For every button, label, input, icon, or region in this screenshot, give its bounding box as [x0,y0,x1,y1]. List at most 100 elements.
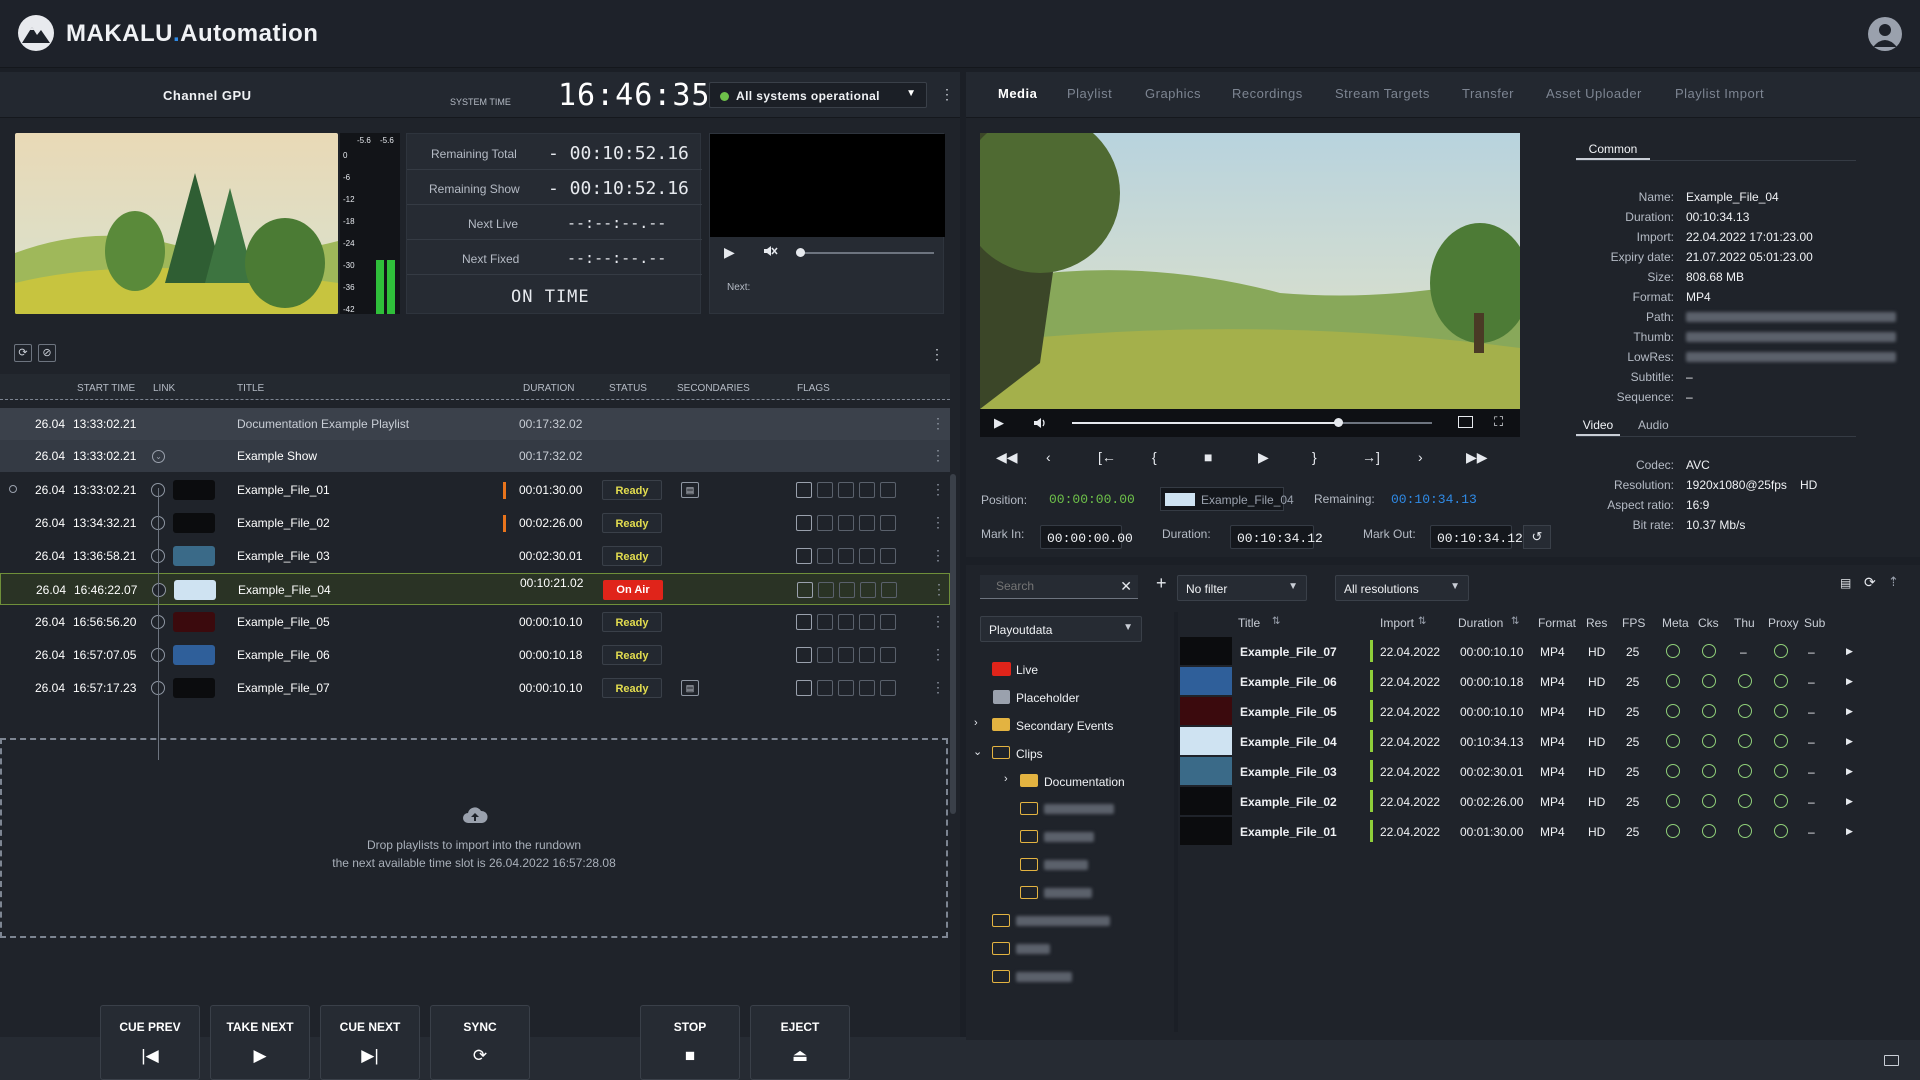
fast-forward-icon[interactable]: ▶▶ [1466,449,1488,466]
chevron-down-icon[interactable]: ⌄ [973,745,982,758]
playlist-row[interactable]: 26.04 13:33:02.21 Documentation Example … [0,408,950,440]
tab-asset-uploader[interactable]: Asset Uploader [1546,86,1642,101]
flag-loop-icon[interactable] [838,680,854,696]
go-to-mark-in-icon[interactable]: [← [1098,449,1116,465]
col-import[interactable]: Import [1380,616,1414,630]
blurred-folder-name[interactable] [1044,832,1094,842]
mark-out-field[interactable]: 00:10:34.12 [1430,525,1523,549]
row-menu-icon[interactable]: ⋮ [931,646,945,663]
rundown-row[interactable]: 26.04 13:36:58.21 Example_File_03 00:02:30.… [0,540,950,572]
stop-icon[interactable]: ■ [1204,449,1212,465]
flag-mute-icon[interactable] [881,582,897,598]
media-row[interactable]: Example_File_01 22.04.2022 00:01:30.00 MP4 H… [1180,816,1918,846]
row-menu-icon[interactable]: ⋮ [931,547,945,564]
system-status-dropdown[interactable]: All systems operational ▼ [709,82,927,108]
play-row-icon[interactable]: ▶ [1846,796,1853,807]
flag-loop-icon[interactable] [838,515,854,531]
preview-scrubber-handle[interactable] [1334,418,1344,427]
tree-documentation[interactable]: Documentation [1044,775,1125,789]
mute-icon[interactable] [762,243,778,262]
fullscreen-icon[interactable]: ⛶ [1494,414,1503,430]
play-row-icon[interactable]: ▶ [1846,646,1853,657]
tab-video[interactable]: Video [1576,412,1620,436]
flag-loop-icon[interactable] [838,548,854,564]
flag-snowflake-icon[interactable] [817,548,833,564]
blurred-folder-name[interactable] [1016,916,1110,926]
flag-mute-icon[interactable] [880,548,896,564]
rundown-row[interactable]: 26.04 16:57:17.23 Example_File_07 00:00:10.… [0,672,950,704]
source-dropdown[interactable]: Playoutdata ▼ [980,616,1142,642]
flag-snowflake-icon[interactable] [817,647,833,663]
stop-button[interactable]: STOP ■ [640,1005,740,1080]
flag-snowflake-icon[interactable] [817,680,833,696]
flag-subtitle-icon[interactable] [859,680,875,696]
flag-subtitle-icon[interactable] [859,548,875,564]
search-input[interactable] [980,575,1110,597]
rundown-menu-icon[interactable]: ⋮ [930,346,944,363]
row-menu-icon[interactable]: ⋮ [931,481,945,498]
media-row[interactable]: Example_File_05 22.04.2022 00:00:10.10 MP4 H… [1180,696,1918,726]
flag-notes-icon[interactable] [796,647,812,663]
sort-icon[interactable]: ⇅ [1511,616,1519,627]
window-icon[interactable] [1884,1055,1899,1066]
flag-subtitle-icon[interactable] [859,515,875,531]
row-menu-icon[interactable]: ⋮ [931,514,945,531]
clear-search-icon[interactable]: ✕ [1120,578,1132,595]
tab-playlist-import[interactable]: Playlist Import [1675,86,1764,101]
media-row[interactable]: Example_File_06 22.04.2022 00:00:10.18 MP4 H… [1180,666,1918,696]
set-mark-out-icon[interactable]: } [1312,449,1317,465]
flag-mute-icon[interactable] [880,680,896,696]
filter-dropdown[interactable]: No filter ▼ [1177,575,1307,601]
flag-notes-icon[interactable] [796,680,812,696]
flag-subtitle-icon[interactable] [860,582,876,598]
flag-snowflake-icon[interactable] [817,614,833,630]
secondary-event-icon[interactable]: ▤ [681,680,699,696]
tab-media[interactable]: Media [998,86,1037,101]
tree-live[interactable]: Live [1016,663,1038,677]
pip-icon[interactable] [1458,416,1473,428]
play-row-icon[interactable]: ▶ [1846,706,1853,717]
reset-marks-icon[interactable]: ↺ [1523,525,1551,549]
flag-notes-icon[interactable] [796,614,812,630]
refresh-rundown-icon[interactable]: ⟳ [14,344,32,362]
flag-notes-icon[interactable] [796,515,812,531]
flag-subtitle-icon[interactable] [859,614,875,630]
search-field[interactable]: ✕ [980,575,1138,599]
flag-loop-icon[interactable] [838,647,854,663]
blurred-folder-name[interactable] [1044,888,1092,898]
duration-field[interactable]: 00:10:34.12 [1230,525,1323,549]
sort-icon[interactable]: ⇅ [1272,616,1280,627]
volume-icon[interactable] [1032,415,1048,434]
sort-icon[interactable]: ⇅ [1418,616,1426,627]
tab-audio[interactable]: Audio [1638,418,1669,432]
flag-notes-icon[interactable] [796,482,812,498]
play-row-icon[interactable]: ▶ [1846,676,1853,687]
rundown-row[interactable]: 26.04 13:33:02.21 Example_File_01 00:01:30.… [0,474,950,506]
rundown-scrollbar[interactable] [950,474,956,814]
step-back-icon[interactable]: ‹ [1046,449,1051,465]
eject-button[interactable]: EJECT ⏏ [750,1005,850,1080]
refresh-icon[interactable]: ⟳ [1864,574,1876,591]
cue-next-button[interactable]: CUE NEXT ▶| [320,1005,420,1080]
col-title[interactable]: Title [1238,616,1260,630]
rundown-row[interactable]: 26.04 16:56:56.20 Example_File_05 00:00:10.… [0,606,950,638]
chevron-right-icon[interactable]: › [1004,773,1008,785]
rundown-row[interactable]: 26.04 13:34:32.21 Example_File_02 00:02:26.… [0,507,950,539]
col-duration[interactable]: Duration [1458,616,1503,630]
play-icon[interactable]: ▶ [994,415,1004,431]
flag-snowflake-icon[interactable] [818,582,834,598]
sync-button[interactable]: SYNC ⟳ [430,1005,530,1080]
user-avatar-icon[interactable] [1868,17,1902,51]
tree-clips[interactable]: Clips [1016,747,1043,761]
flag-mute-icon[interactable] [880,614,896,630]
set-mark-in-icon[interactable]: { [1152,449,1157,465]
media-row[interactable]: Example_File_02 22.04.2022 00:02:26.00 MP4 H… [1180,786,1918,816]
blurred-folder-name[interactable] [1044,860,1088,870]
resolution-dropdown[interactable]: All resolutions ▼ [1335,575,1469,601]
tree-placeholder[interactable]: Placeholder [1016,691,1079,705]
tab-transfer[interactable]: Transfer [1462,86,1514,101]
flag-loop-icon[interactable] [838,614,854,630]
add-icon[interactable]: + [1156,573,1167,594]
flag-snowflake-icon[interactable] [817,482,833,498]
row-menu-icon[interactable]: ⋮ [931,447,945,464]
